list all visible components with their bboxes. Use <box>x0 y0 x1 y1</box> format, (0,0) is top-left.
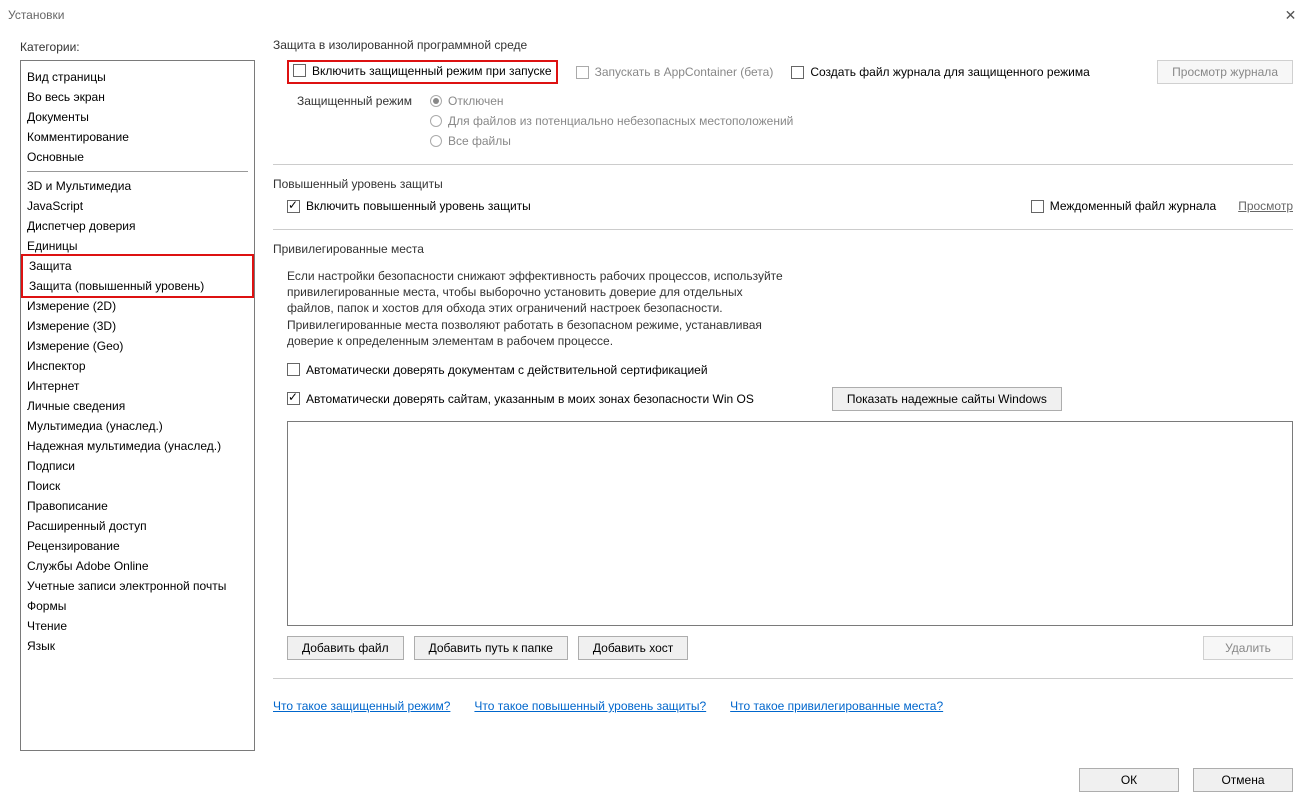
cat-item[interactable]: Основные <box>21 147 254 167</box>
crossdomain-log-checkbox[interactable]: Междоменный файл журнала <box>1031 199 1216 213</box>
priv-description: Если настройки безопасности снижают эффе… <box>287 268 787 349</box>
radio-input <box>430 115 442 127</box>
checkbox-input <box>576 66 589 79</box>
cat-item[interactable]: Инспектор <box>21 356 254 376</box>
cat-item[interactable]: Вид страницы <box>21 67 254 87</box>
dialog-footer: ОК Отмена <box>0 751 1313 808</box>
cat-item[interactable]: Формы <box>21 596 254 616</box>
radio-input <box>430 135 442 147</box>
cat-item[interactable]: Измерение (2D) <box>21 296 254 316</box>
view-crossdomain-link[interactable]: Просмотр <box>1238 199 1293 213</box>
cat-item[interactable]: 3D и Мультимедиа <box>21 176 254 196</box>
radio-label: Отключен <box>448 94 504 108</box>
close-button[interactable]: ✕ <box>1268 0 1313 30</box>
checkbox-label: Запускать в AppContainer (бета) <box>595 65 774 79</box>
link-protected-mode[interactable]: Что такое защищенный режим? <box>273 699 450 713</box>
separator <box>27 171 248 172</box>
cat-item[interactable]: Учетные записи электронной почты <box>21 576 254 596</box>
cat-item-selected[interactable]: Защита (повышенный уровень) <box>27 276 248 296</box>
radio-input <box>430 95 442 107</box>
cat-item[interactable]: Измерение (Geo) <box>21 336 254 356</box>
separator <box>273 164 1293 165</box>
protected-mode-label: Защищенный режим <box>287 94 412 108</box>
section-sandbox-title: Защита в изолированной программной среде <box>273 38 1293 52</box>
priv-locations-listbox[interactable] <box>287 421 1293 626</box>
highlight-annotation: Защита Защита (повышенный уровень) <box>21 254 254 298</box>
cancel-button[interactable]: Отмена <box>1193 768 1293 792</box>
checkbox-label: Автоматически доверять документам с дейс… <box>306 363 708 377</box>
checkbox-input[interactable] <box>287 200 300 213</box>
cat-item[interactable]: Интернет <box>21 376 254 396</box>
cat-item[interactable]: Расширенный доступ <box>21 516 254 536</box>
checkbox-label: Создать файл журнала для защищенного реж… <box>810 65 1089 79</box>
cat-item[interactable]: Правописание <box>21 496 254 516</box>
cat-item[interactable]: Рецензирование <box>21 536 254 556</box>
sidebar: Категории: Вид страницы Во весь экран До… <box>20 30 255 751</box>
cat-item[interactable]: Комментирование <box>21 127 254 147</box>
main-panel: Защита в изолированной программной среде… <box>273 30 1293 751</box>
help-links: Что такое защищенный режим? Что такое по… <box>273 699 1293 713</box>
cat-item[interactable]: Язык <box>21 636 254 656</box>
checkbox-input[interactable] <box>293 64 306 77</box>
trust-winos-checkbox[interactable]: Автоматически доверять сайтам, указанным… <box>287 392 754 406</box>
cat-item[interactable]: Документы <box>21 107 254 127</box>
highlight-annotation: Включить защищенный режим при запуске <box>287 60 558 85</box>
view-log-button[interactable]: Просмотр журнала <box>1157 60 1293 84</box>
radio-unsafe: Для файлов из потенциально небезопасных … <box>430 114 793 128</box>
ok-button[interactable]: ОК <box>1079 768 1179 792</box>
radio-all: Все файлы <box>430 134 793 148</box>
enable-protected-checkbox[interactable]: Включить защищенный режим при запуске <box>293 64 552 78</box>
checkbox-label: Автоматически доверять сайтам, указанным… <box>306 392 754 406</box>
checkbox-label: Междоменный файл журнала <box>1050 199 1216 213</box>
show-trusted-sites-button[interactable]: Показать надежные сайты Windows <box>832 387 1062 411</box>
window-title: Установки <box>8 8 64 22</box>
add-folder-button[interactable]: Добавить путь к папке <box>414 636 568 660</box>
delete-button[interactable]: Удалить <box>1203 636 1293 660</box>
add-file-button[interactable]: Добавить файл <box>287 636 404 660</box>
cat-item[interactable]: Единицы <box>21 236 254 256</box>
checkbox-input[interactable] <box>791 66 804 79</box>
link-enhanced[interactable]: Что такое повышенный уровень защиты? <box>474 699 706 713</box>
radio-off: Отключен <box>430 94 793 108</box>
cat-item[interactable]: Диспетчер доверия <box>21 216 254 236</box>
link-priv[interactable]: Что такое привилегированные места? <box>730 699 943 713</box>
cat-item[interactable]: Надежная мультимедиа (унаслед.) <box>21 436 254 456</box>
cat-item[interactable]: Чтение <box>21 616 254 636</box>
section-priv-title: Привилегированные места <box>273 242 1293 256</box>
enable-enhanced-checkbox[interactable]: Включить повышенный уровень защиты <box>287 199 531 213</box>
titlebar: Установки ✕ <box>0 0 1313 30</box>
radio-label: Для файлов из потенциально небезопасных … <box>448 114 793 128</box>
checkbox-input[interactable] <box>287 392 300 405</box>
cat-item[interactable]: Защита <box>27 256 248 276</box>
add-host-button[interactable]: Добавить хост <box>578 636 688 660</box>
checkbox-input[interactable] <box>1031 200 1044 213</box>
cat-item[interactable]: Поиск <box>21 476 254 496</box>
cat-item[interactable]: Мультимедиа (унаслед.) <box>21 416 254 436</box>
separator <box>273 678 1293 679</box>
checkbox-input[interactable] <box>287 363 300 376</box>
category-list[interactable]: Вид страницы Во весь экран Документы Ком… <box>20 60 255 751</box>
cat-item[interactable]: Подписи <box>21 456 254 476</box>
sidebar-title: Категории: <box>20 40 255 54</box>
close-icon: ✕ <box>1285 7 1297 24</box>
cat-item[interactable]: Службы Adobe Online <box>21 556 254 576</box>
appcontainer-checkbox: Запускать в AppContainer (бета) <box>576 65 774 79</box>
checkbox-label: Включить защищенный режим при запуске <box>312 64 552 78</box>
radio-label: Все файлы <box>448 134 511 148</box>
cat-item[interactable]: JavaScript <box>21 196 254 216</box>
checkbox-label: Включить повышенный уровень защиты <box>306 199 531 213</box>
separator <box>273 229 1293 230</box>
create-log-checkbox[interactable]: Создать файл журнала для защищенного реж… <box>791 65 1089 79</box>
trust-cert-checkbox[interactable]: Автоматически доверять документам с дейс… <box>287 363 708 377</box>
cat-item[interactable]: Личные сведения <box>21 396 254 416</box>
cat-item[interactable]: Во весь экран <box>21 87 254 107</box>
cat-item[interactable]: Измерение (3D) <box>21 316 254 336</box>
section-enhanced-title: Повышенный уровень защиты <box>273 177 1293 191</box>
